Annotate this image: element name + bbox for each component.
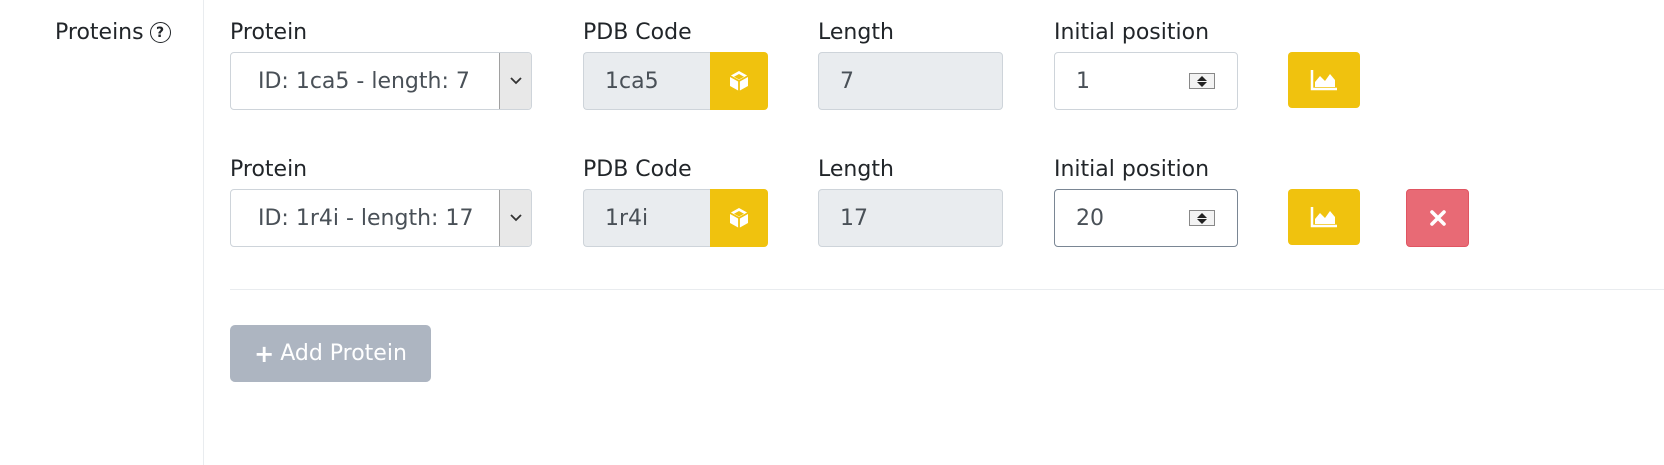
add-protein-button[interactable]: + Add Protein [230, 325, 431, 382]
protein-label: Protein [230, 20, 308, 45]
protein-row-1: Protein PDB Code Length Initial position… [0, 20, 1664, 140]
initial-position-input[interactable]: 20 [1054, 189, 1238, 247]
number-spinner[interactable] [1189, 210, 1215, 226]
remove-protein-button[interactable] [1406, 189, 1469, 247]
spin-down-icon[interactable] [1197, 81, 1207, 87]
protein-label: Protein [230, 157, 308, 182]
length-label: Length [818, 157, 894, 182]
pdb-code-field: 1r4i [583, 189, 710, 247]
add-protein-label: Add Protein [280, 341, 407, 366]
plus-icon: + [254, 339, 275, 368]
pdb-code-label: PDB Code [583, 20, 692, 45]
spin-up-icon[interactable] [1197, 75, 1207, 81]
pdb-code-group: 1r4i [583, 189, 768, 247]
length-label: Length [818, 20, 894, 45]
protein-select-value: ID: 1ca5 - length: 7 [258, 68, 470, 94]
protein-select-value: ID: 1r4i - length: 17 [258, 205, 474, 231]
cube-icon [729, 208, 749, 228]
protein-select[interactable]: ID: 1ca5 - length: 7 [230, 52, 532, 110]
chevron-down-icon[interactable] [499, 190, 531, 246]
view-structure-button[interactable] [710, 52, 768, 110]
initial-position-label: Initial position [1054, 20, 1210, 45]
pdb-code-field: 1ca5 [583, 52, 710, 110]
cube-icon [729, 71, 749, 91]
initial-position-value: 20 [1076, 205, 1104, 231]
times-icon [1429, 210, 1446, 226]
protein-row-2: Protein PDB Code Length Initial position… [0, 157, 1664, 277]
length-field: 17 [818, 189, 1003, 247]
spin-down-icon[interactable] [1197, 218, 1207, 224]
area-chart-icon [1310, 207, 1337, 228]
protein-select[interactable]: ID: 1r4i - length: 17 [230, 189, 532, 247]
length-field: 7 [818, 52, 1003, 110]
chevron-down-icon[interactable] [499, 53, 531, 109]
initial-position-label: Initial position [1054, 157, 1210, 182]
horizontal-divider [230, 289, 1664, 290]
initial-position-value: 1 [1076, 68, 1090, 94]
view-structure-button[interactable] [710, 189, 768, 247]
initial-position-input[interactable]: 1 [1054, 52, 1238, 110]
number-spinner[interactable] [1189, 73, 1215, 89]
chart-button[interactable] [1288, 52, 1360, 108]
spin-up-icon[interactable] [1197, 212, 1207, 218]
chart-button[interactable] [1288, 189, 1360, 245]
pdb-code-label: PDB Code [583, 157, 692, 182]
area-chart-icon [1310, 70, 1337, 91]
pdb-code-group: 1ca5 [583, 52, 768, 110]
